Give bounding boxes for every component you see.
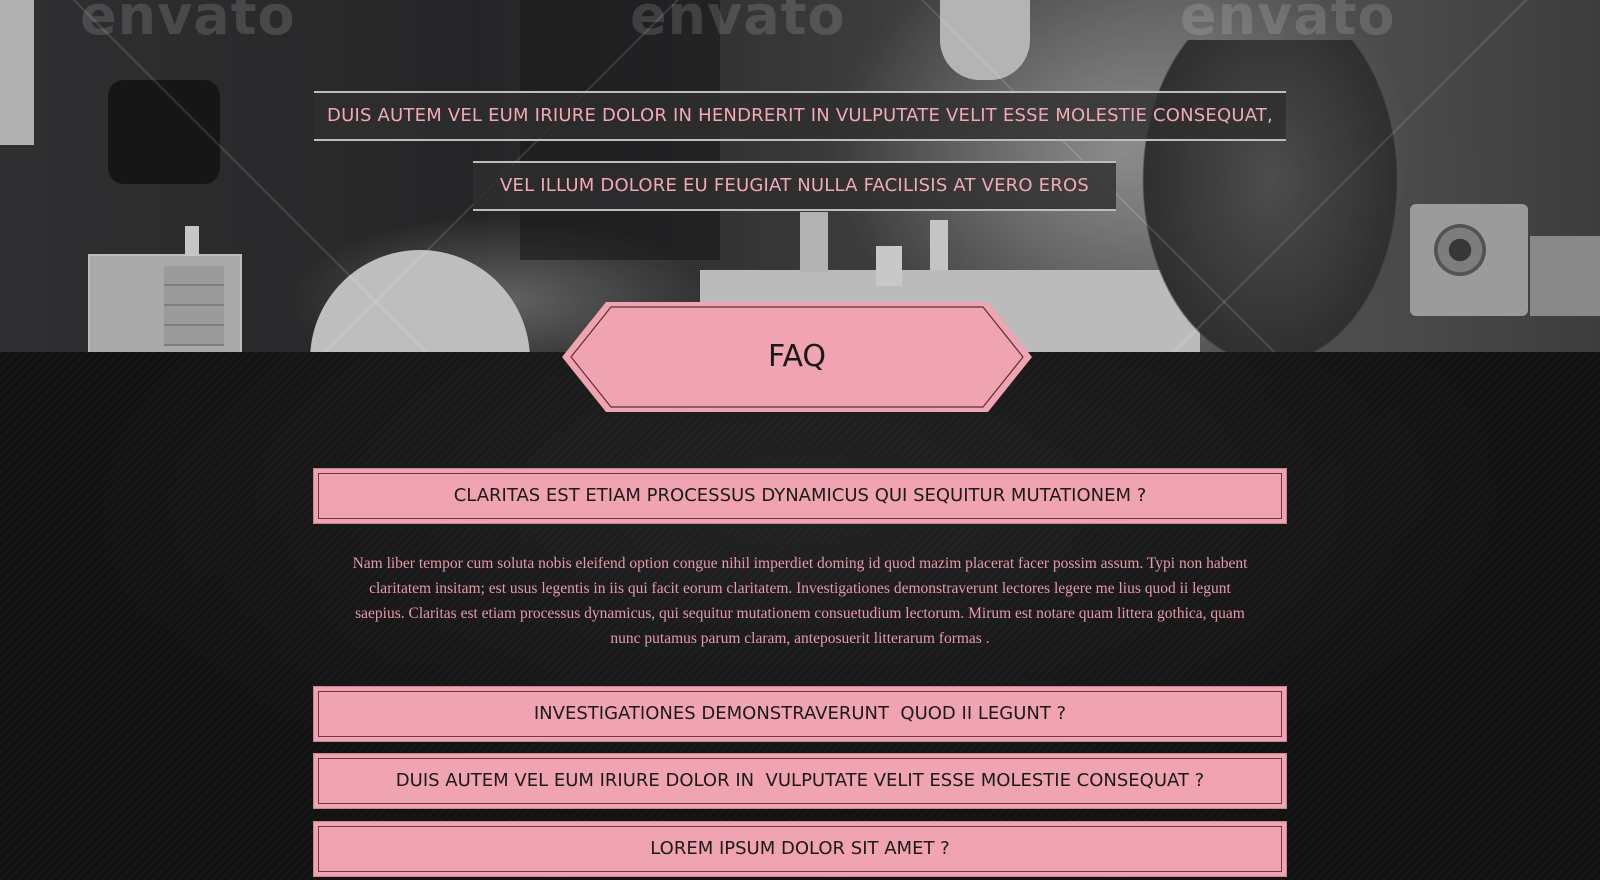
- watermark-text: envato: [1180, 0, 1396, 47]
- faq-answer-1: Nam liber tempor cum soluta nobis eleife…: [352, 555, 1248, 647]
- watermark-text: envato: [630, 0, 846, 47]
- watermark-text: envato: [80, 0, 296, 47]
- hero-banner-line-2: VEL ILLUM DOLORE EU FEUGIAT NULLA FACILI…: [473, 161, 1116, 211]
- hero-banner-line-1: DUIS AUTEM VEL EUM IRIURE DOLOR IN HENDR…: [314, 91, 1286, 141]
- faq-question-1[interactable]: CLARITAS EST ETIAM PROCESSUS DYNAMICUS Q…: [313, 468, 1287, 524]
- faq-title: FAQ: [767, 339, 827, 374]
- faq-heading-badge: FAQ: [562, 302, 1032, 412]
- faq-question-label: CLARITAS EST ETIAM PROCESSUS DYNAMICUS Q…: [453, 485, 1147, 506]
- faq-question-3[interactable]: DUIS AUTEM VEL EUM IRIURE DOLOR IN VULPU…: [313, 753, 1287, 809]
- faq-question-2[interactable]: INVESTIGATIONES DEMONSTRAVERUNT QUOD II …: [313, 686, 1287, 742]
- faq-question-label: LOREM IPSUM DOLOR SIT AMET ?: [650, 838, 950, 859]
- faq-question-4[interactable]: LOREM IPSUM DOLOR SIT AMET ?: [313, 821, 1287, 877]
- hero-image: envato envato envato DUIS AUTEM VEL EUM …: [0, 0, 1600, 352]
- faq-question-label: DUIS AUTEM VEL EUM IRIURE DOLOR IN VULPU…: [395, 770, 1205, 791]
- faq-question-label: INVESTIGATIONES DEMONSTRAVERUNT QUOD II …: [533, 703, 1067, 724]
